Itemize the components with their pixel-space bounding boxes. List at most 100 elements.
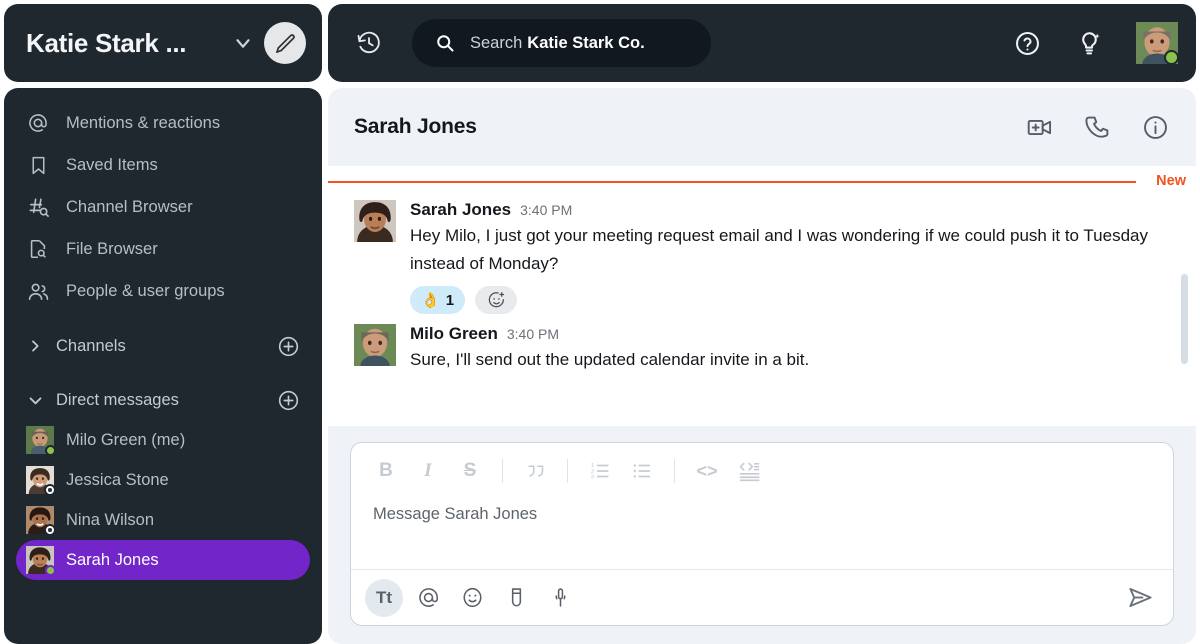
presence-badge-online (45, 445, 56, 456)
svg-text:3: 3 (591, 475, 594, 481)
divider-line (328, 181, 1136, 183)
video-call-icon[interactable] (1024, 112, 1054, 142)
dm-item-nina-wilson[interactable]: Nina Wilson (16, 500, 310, 540)
phone-call-icon[interactable] (1082, 112, 1112, 142)
message-text: Sure, I'll send out the updated calendar… (410, 350, 810, 370)
divider (567, 459, 568, 483)
dm-item-label: Nina Wilson (66, 510, 155, 529)
compose-message-button[interactable] (264, 22, 306, 64)
section-label: Direct messages (56, 390, 179, 409)
divider (502, 459, 503, 483)
message-timestamp: 3:40 PM (520, 202, 573, 218)
info-circle-icon[interactable] (1140, 112, 1170, 142)
divider (674, 459, 675, 483)
code-block-icon[interactable] (730, 452, 768, 490)
message-input[interactable]: Message Sarah Jones (351, 499, 1173, 569)
top-bar: Search Katie Stark Co. (328, 4, 1196, 82)
sidebar-item-file-browser[interactable]: File Browser (16, 228, 310, 270)
workspace-title: Katie Stark ... (26, 27, 187, 58)
search-label: Search Katie Stark Co. (470, 34, 645, 53)
chevron-down-icon (26, 391, 44, 409)
inline-code-icon[interactable]: <> (688, 452, 726, 490)
strikethrough-icon[interactable]: S (451, 452, 489, 490)
bold-icon[interactable]: B (367, 452, 405, 490)
sidebar-item-saved-items[interactable]: Saved Items (16, 144, 310, 186)
avatar (26, 506, 56, 536)
chevron-right-icon (26, 337, 44, 355)
people-group-icon (26, 279, 50, 303)
message-author[interactable]: Milo Green (410, 324, 498, 344)
chevron-down-icon[interactable] (230, 30, 256, 56)
attachment-clip-icon[interactable] (497, 579, 535, 617)
dm-item-label: Jessica Stone (66, 470, 169, 489)
avatar (26, 466, 56, 496)
new-messages-label: New (1156, 173, 1186, 189)
text-format-icon[interactable]: Tt (365, 578, 403, 617)
workspace-header[interactable]: Katie Stark ... (4, 4, 322, 82)
message-author[interactable]: Sarah Jones (410, 200, 511, 220)
blockquote-icon[interactable] (516, 452, 554, 490)
avatar (26, 546, 56, 576)
slack-app-window: Katie Stark ... Mentions & reactions Sav… (0, 0, 1200, 644)
message-meta: Milo Green 3:40 PM (410, 324, 1170, 344)
composer-container: B I S 123 <> Message Sarah Jones Tt (328, 426, 1196, 644)
section-label: Channels (56, 336, 126, 355)
microphone-icon[interactable] (541, 579, 579, 617)
presence-badge-away (44, 484, 56, 496)
emoji-icon[interactable] (453, 579, 491, 617)
message-meta: Sarah Jones 3:40 PM (410, 200, 1170, 220)
at-mention-icon[interactable] (409, 579, 447, 617)
bulleted-list-icon[interactable] (623, 452, 661, 490)
formatting-toolbar: B I S 123 <> (351, 443, 1173, 499)
section-header-channels[interactable]: Channels (16, 326, 310, 366)
ordered-list-icon[interactable]: 123 (581, 452, 619, 490)
right-column: Search Katie Stark Co. Sarah Jones New S… (328, 4, 1196, 644)
sidebar-item-label: Channel Browser (66, 197, 193, 216)
pencil-compose-icon (274, 32, 297, 55)
plus-circle-icon[interactable] (276, 334, 300, 358)
dm-item-sarah-jones[interactable]: Sarah Jones (16, 540, 310, 580)
message-body: Sarah Jones 3:40 PM Hey Milo, I just got… (410, 200, 1170, 315)
message-reactions: 👌 1 (410, 286, 1170, 315)
message-item: Sarah Jones 3:40 PM Hey Milo, I just got… (328, 194, 1196, 318)
dm-item-milo-green[interactable]: Milo Green (me) (16, 420, 310, 460)
search-input[interactable]: Search Katie Stark Co. (412, 19, 711, 67)
lightbulb-sparkle-icon[interactable] (1074, 28, 1104, 58)
at-mention-icon (26, 111, 50, 135)
dm-item-label: Milo Green (me) (66, 430, 186, 449)
message-timestamp: 3:40 PM (506, 326, 559, 343)
avatar[interactable] (354, 200, 396, 242)
file-search-icon (26, 237, 50, 261)
section-header-direct-messages[interactable]: Direct messages (16, 380, 310, 420)
message-item: Milo Green 3:40 PM Sure, I'll send out t… (328, 318, 1196, 378)
sidebar-item-people-user-groups[interactable]: People & user groups (16, 270, 310, 312)
search-scope: Katie Stark Co. (527, 33, 645, 52)
conversation-header: Sarah Jones (328, 88, 1196, 166)
sidebar-item-label: File Browser (66, 239, 158, 258)
message-body: Milo Green 3:40 PM Sure, I'll send out t… (410, 324, 1170, 374)
sidebar-panel: Mentions & reactions Saved Items Channel… (4, 88, 322, 644)
presence-badge-online (1164, 50, 1179, 65)
dm-item-jessica-stone[interactable]: Jessica Stone (16, 460, 310, 500)
presence-badge-online (45, 565, 56, 576)
message-list-scrollbar[interactable] (1181, 274, 1188, 364)
sidebar-item-mentions-reactions[interactable]: Mentions & reactions (16, 102, 310, 144)
plus-circle-icon[interactable] (276, 388, 300, 412)
message-text: Hey Milo, I just got your meeting reques… (410, 226, 1148, 273)
search-icon (434, 32, 456, 54)
send-paper-plane-icon[interactable] (1121, 579, 1159, 617)
user-avatar[interactable] (1136, 22, 1179, 65)
clock-history-icon[interactable] (354, 28, 384, 58)
reaction-emoji: 👌 (421, 292, 440, 310)
italic-icon[interactable]: I (409, 452, 447, 490)
page-title: Sarah Jones (354, 115, 477, 138)
sidebar-item-label: Saved Items (66, 155, 158, 174)
reaction-pill[interactable]: 👌 1 (410, 286, 466, 315)
question-circle-icon[interactable] (1012, 28, 1042, 58)
add-reaction-icon[interactable] (475, 286, 518, 315)
sidebar-item-label: Mentions & reactions (66, 113, 221, 132)
sidebar-item-channel-browser[interactable]: Channel Browser (16, 186, 310, 228)
avatar[interactable] (354, 324, 396, 367)
